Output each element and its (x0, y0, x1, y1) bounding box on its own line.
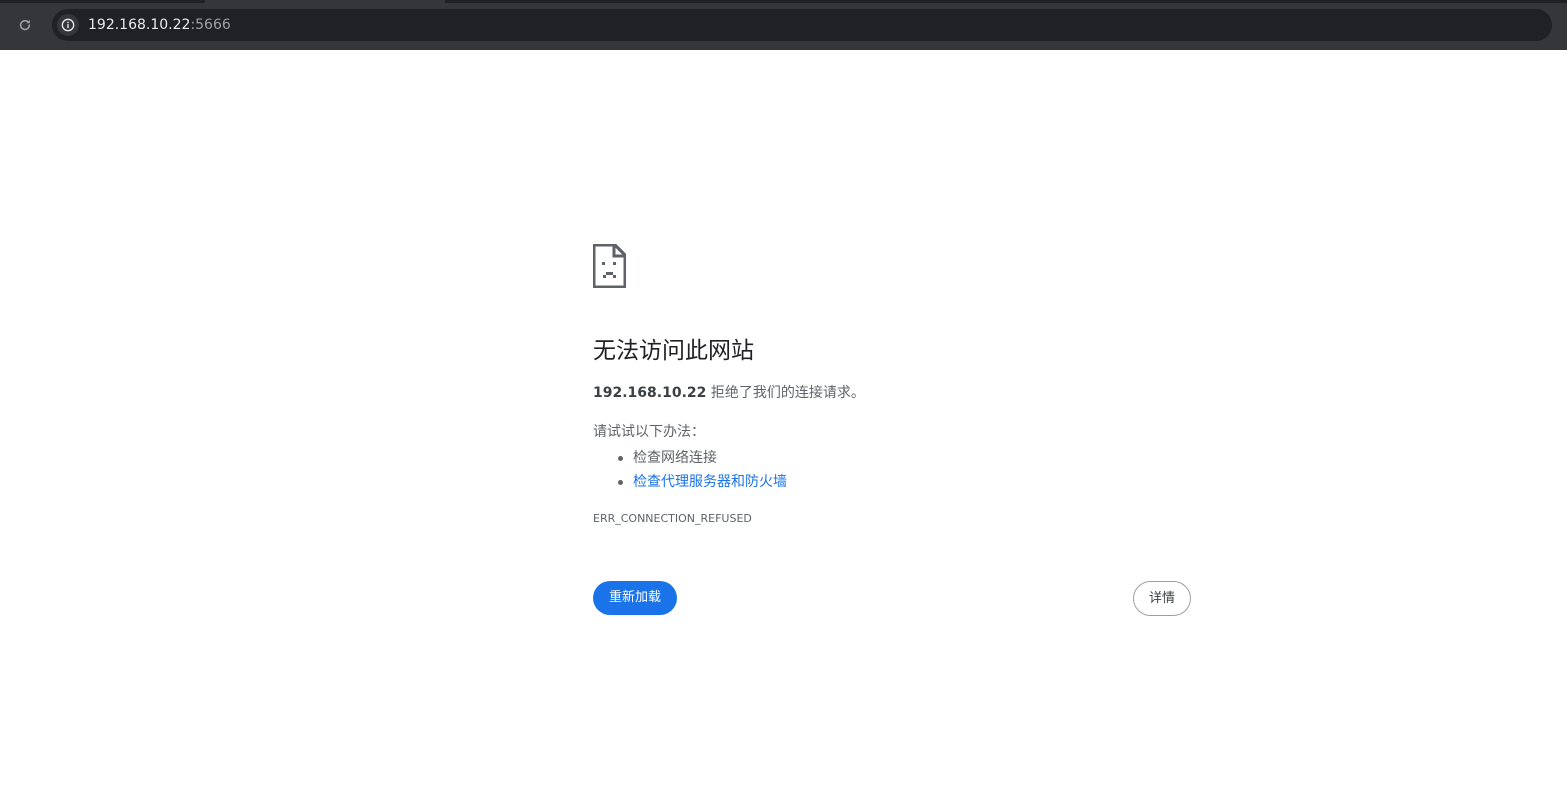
url-port: :5666 (190, 17, 231, 33)
reload-button[interactable]: 重新加载 (593, 581, 678, 615)
suggestion-check-network: 检查网络连接 (615, 446, 787, 470)
suggestions-heading: 请试试以下办法： (593, 424, 705, 440)
error-summary: 192.168.10.22 拒绝了我们的连接请求。 (593, 384, 865, 402)
suggestions-list: 检查网络连接 检查代理服务器和防火墙 (615, 446, 787, 494)
details-button[interactable]: 详情 (1133, 581, 1192, 616)
tab-strip-edge (0, 0, 1567, 3)
suggestion-check-proxy-link[interactable]: 检查代理服务器和防火墙 (615, 470, 787, 494)
url-host: 192.168.10.22 (88, 17, 191, 33)
active-tab-edge[interactable] (205, 0, 445, 3)
address-bar[interactable]: 192.168.10.22:5666 (52, 9, 1552, 41)
browser-toolbar: 192.168.10.22:5666 (0, 0, 1567, 50)
error-host: 192.168.10.22 (593, 385, 707, 401)
url-text[interactable]: 192.168.10.22:5666 (88, 16, 231, 34)
error-title: 无法访问此网站 (593, 338, 754, 364)
sad-page-icon (593, 244, 626, 288)
reload-icon[interactable] (14, 14, 36, 36)
error-code: ERR_CONNECTION_REFUSED (593, 512, 752, 525)
error-summary-text: 拒绝了我们的连接请求。 (706, 385, 865, 401)
info-icon[interactable] (57, 14, 79, 36)
